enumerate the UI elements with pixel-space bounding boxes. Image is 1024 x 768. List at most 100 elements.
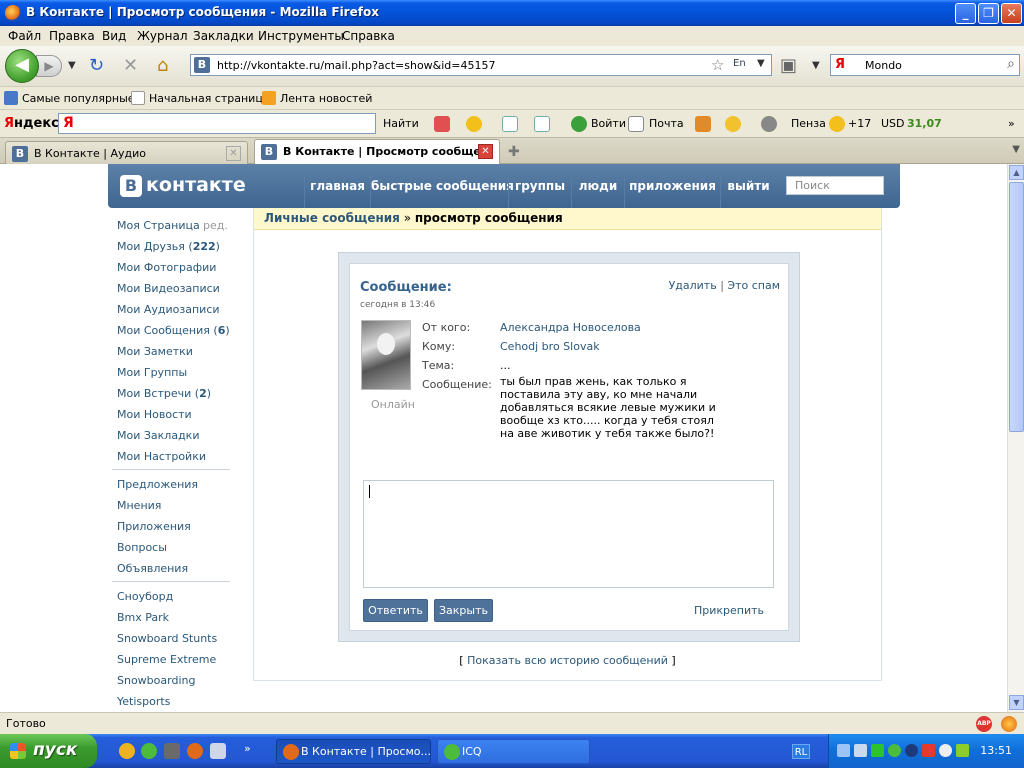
taskbar-firefox-window[interactable]: В Контакте | Просмо... [276,739,431,764]
search-input[interactable]: Mondo [865,59,902,72]
attach-link[interactable]: Прикрепить [694,604,764,617]
breadcrumb-messages-link[interactable]: Личные сообщения [264,211,400,225]
reply-textarea[interactable] [363,480,774,588]
menu-applications[interactable]: Приложения [117,520,191,533]
quicklaunch-icon[interactable] [210,743,226,759]
quicklaunch-icon[interactable] [119,743,135,759]
menu-app-yetisports[interactable]: Yetisports [117,695,170,708]
menu-app-snowboarding[interactable]: Snowboarding [117,674,195,687]
menu-my-photos[interactable]: Мои Фотографии [117,261,216,274]
tray-icon[interactable] [922,744,935,757]
tray-icq-icon[interactable] [888,744,901,757]
menu-questions[interactable]: Вопросы [117,541,167,554]
scroll-thumb[interactable] [1009,182,1024,432]
to-value[interactable]: Cehodj bro Slovak [500,340,600,353]
menu-app-supreme-extreme[interactable]: Supreme Extreme [117,653,216,666]
bookmark-start-page[interactable]: Начальная страница [131,91,270,105]
language-indicator[interactable]: En [733,58,746,69]
url-dropdown-icon[interactable]: ▼ [757,58,765,69]
nav-applications[interactable]: приложения [624,164,720,208]
quicklaunch-icq-icon[interactable] [141,743,157,759]
menu-my-messages[interactable]: Мои Сообщения (6) [117,324,230,337]
menu-my-news[interactable]: Мои Новости [117,408,192,421]
delete-link[interactable]: Удалить [669,279,717,292]
menu-my-bookmarks[interactable]: Мои Закладки [117,429,199,442]
translate-icon[interactable] [534,116,550,132]
menu-my-events[interactable]: Мои Встречи (2) [117,387,211,400]
menu-app-bmx-park[interactable]: Bmx Park [117,611,169,624]
menu-my-videos[interactable]: Мои Видеозаписи [117,282,220,295]
scroll-down-arrow-icon[interactable]: ▼ [1009,695,1024,710]
menu-app-snowboard-ru[interactable]: Сноуборд [117,590,173,603]
nav-groups[interactable]: группы [508,164,571,208]
menu-my-notes[interactable]: Мои Заметки [117,345,193,358]
quicklaunch-overflow[interactable]: » [244,742,251,755]
search-engine-icon[interactable]: Я [835,57,845,72]
tray-icon[interactable] [956,744,969,757]
history-dropdown-icon[interactable]: ▼ [68,56,76,76]
yandex-login-button[interactable]: Войти [591,117,626,130]
bookmark-star-icon[interactable]: ☆ [711,56,724,74]
weather-temperature[interactable]: +17 [848,117,871,130]
highlight-icon[interactable] [434,116,450,132]
back-button[interactable]: ◀ [5,49,39,83]
spellcheck-icon[interactable] [502,116,518,132]
menu-bookmarks[interactable]: Закладки [193,29,254,43]
show-history-link[interactable]: Показать всю историю сообщений [467,654,668,667]
tray-icon[interactable] [871,744,884,757]
menu-file[interactable]: Файл [8,29,41,43]
minimize-button[interactable]: _ [955,3,976,24]
tray-icon[interactable] [905,744,918,757]
from-value[interactable]: Александра Новоселова [500,321,641,334]
menu-app-snowboard-stunts[interactable]: Snowboard Stunts [117,632,217,645]
menu-my-settings[interactable]: Мои Настройки [117,450,206,463]
forward-button[interactable]: ▶ [36,55,62,77]
nav-logout[interactable]: выйти [720,164,776,208]
tray-network-icon[interactable] [837,744,850,757]
menu-history[interactable]: Журнал [137,29,188,43]
screenshot-icon[interactable]: ▣ [780,56,797,76]
tray-icon[interactable] [939,744,952,757]
nav-quick-messages[interactable]: быстрые сообщения [370,164,514,208]
edit-link[interactable]: ред. [203,219,228,232]
vk-logo[interactable]: Вконтакте [120,174,246,197]
quicklaunch-firefox-icon[interactable] [187,743,203,759]
menu-view[interactable]: Вид [102,29,126,43]
menu-my-friends[interactable]: Мои Друзья (222) [117,240,220,253]
bookmark-most-visited[interactable]: Самые популярные [4,91,135,105]
menu-tools[interactable]: Инструменты [258,29,344,43]
yandex-mail-button[interactable]: Почта [649,117,684,130]
tray-icon[interactable] [854,744,867,757]
reply-button[interactable]: Ответить [363,599,428,622]
quicklaunch-icon[interactable] [164,743,180,759]
toolbar-overflow-chevron[interactable]: » [1008,117,1015,130]
menu-my-audio[interactable]: Мои Аудиозаписи [117,303,220,316]
menu-edit[interactable]: Правка [49,29,95,43]
taskbar-icq-window[interactable]: ICQ [437,739,590,764]
menu-my-groups[interactable]: Мои Группы [117,366,187,379]
firefox-status-icon[interactable] [1001,716,1017,732]
comment-icon[interactable] [466,116,482,132]
tab-list-icon[interactable]: ▼ [1012,144,1020,155]
bookmarks-add-icon[interactable] [695,116,711,132]
bookmark-news-feed[interactable]: Лента новостей [262,91,372,105]
menu-my-page[interactable]: Моя Страница [117,219,200,232]
nav-home[interactable]: главная [304,164,370,208]
tab-audio[interactable]: B В Контакте | Аудио ✕ [5,141,248,164]
vertical-scrollbar[interactable]: ▲ ▼ [1007,164,1024,712]
settings-gear-icon[interactable] [761,116,777,132]
url-bar[interactable]: B http://vkontakte.ru/mail.php?act=show&… [190,54,772,76]
language-indicator[interactable]: RL [792,744,810,759]
weather-city[interactable]: Пенза [791,117,826,130]
reload-icon[interactable]: ↻ [89,56,104,76]
search-icon[interactable]: ⌕ [1007,56,1015,72]
menu-help[interactable]: Справка [342,29,395,43]
currency-label[interactable]: USD [881,117,905,130]
start-button[interactable]: пуск [0,734,97,768]
favorites-star-icon[interactable] [725,116,741,132]
yandex-search-input[interactable]: Я [58,113,376,134]
menu-offers[interactable]: Предложения [117,478,198,491]
tab-close-icon[interactable]: ✕ [478,144,493,159]
yandex-find-button[interactable]: Найти [383,117,419,130]
close-message-button[interactable]: Закрыть [434,599,493,622]
